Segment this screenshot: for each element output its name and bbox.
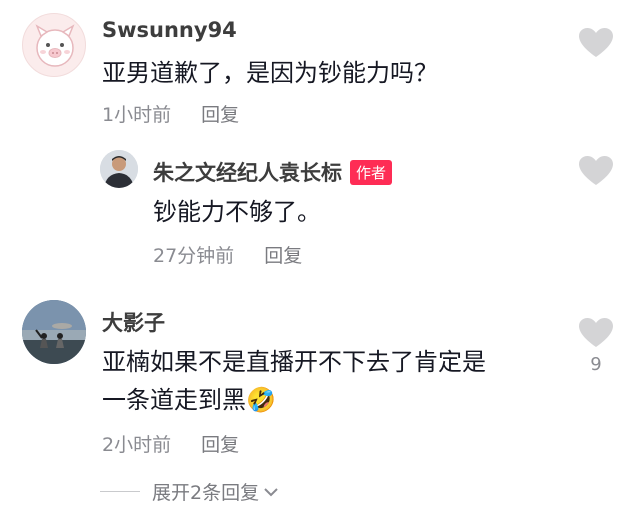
person-photo [100,150,138,188]
comment-text-line-2: 一条道走到黑🤣 [102,381,486,419]
avatar[interactable] [100,150,138,188]
beach-photo [22,300,86,364]
comment-username[interactable]: Swsunny94 [102,18,237,42]
reply-button[interactable]: 回复 [201,104,239,126]
avatar[interactable] [22,300,86,364]
reply-username[interactable]: 朱之文经纪人袁长标 作者 [153,157,393,187]
reply-username-text: 朱之文经纪人袁长标 [153,161,342,185]
reply-button[interactable]: 回复 [264,245,302,267]
like-button[interactable] [579,28,613,58]
heart-icon [579,318,613,347]
like-button[interactable]: 9 [579,318,613,375]
laughing-emoji-icon: 🤣 [246,386,276,414]
author-badge: 作者 [350,160,393,185]
comment-item: Swsunny94 亚男道歉了，是因为钞能力吗？ 1小时前 回复 朱之文经纪人袁长… [0,0,636,520]
comment-text-line-1: 亚楠如果不是直播开不下去了肯定是 [102,348,486,376]
comment-username[interactable]: 大影子 [102,307,165,337]
comment-meta: 1小时前 回复 [102,100,239,127]
reply-meta: 27分钟前 回复 [153,241,302,268]
pig-icon [35,24,75,67]
comment-time: 2小时前 [102,434,172,456]
reply-text: 钞能力不够了。 [153,198,321,226]
like-count: 9 [590,354,602,375]
comment-time: 1小时前 [102,104,172,126]
divider-line [100,491,140,492]
expand-replies-label: 展开2条回复 [152,482,260,504]
expand-replies-button[interactable]: 展开2条回复 [100,478,279,505]
like-button[interactable] [579,156,613,186]
reply-button[interactable]: 回复 [201,434,239,456]
heart-icon [579,28,613,57]
chevron-down-icon [264,487,278,496]
comment-text-line-2-text: 一条道走到黑 [102,386,246,414]
reply-time: 27分钟前 [153,245,235,267]
heart-icon [579,156,613,185]
comment-meta: 2小时前 回复 [102,430,239,457]
comment-text: 亚楠如果不是直播开不下去了肯定是 一条道走到黑🤣 [102,343,486,419]
avatar[interactable] [22,13,86,77]
comment-text: 亚男道歉了，是因为钞能力吗？ [102,59,438,87]
